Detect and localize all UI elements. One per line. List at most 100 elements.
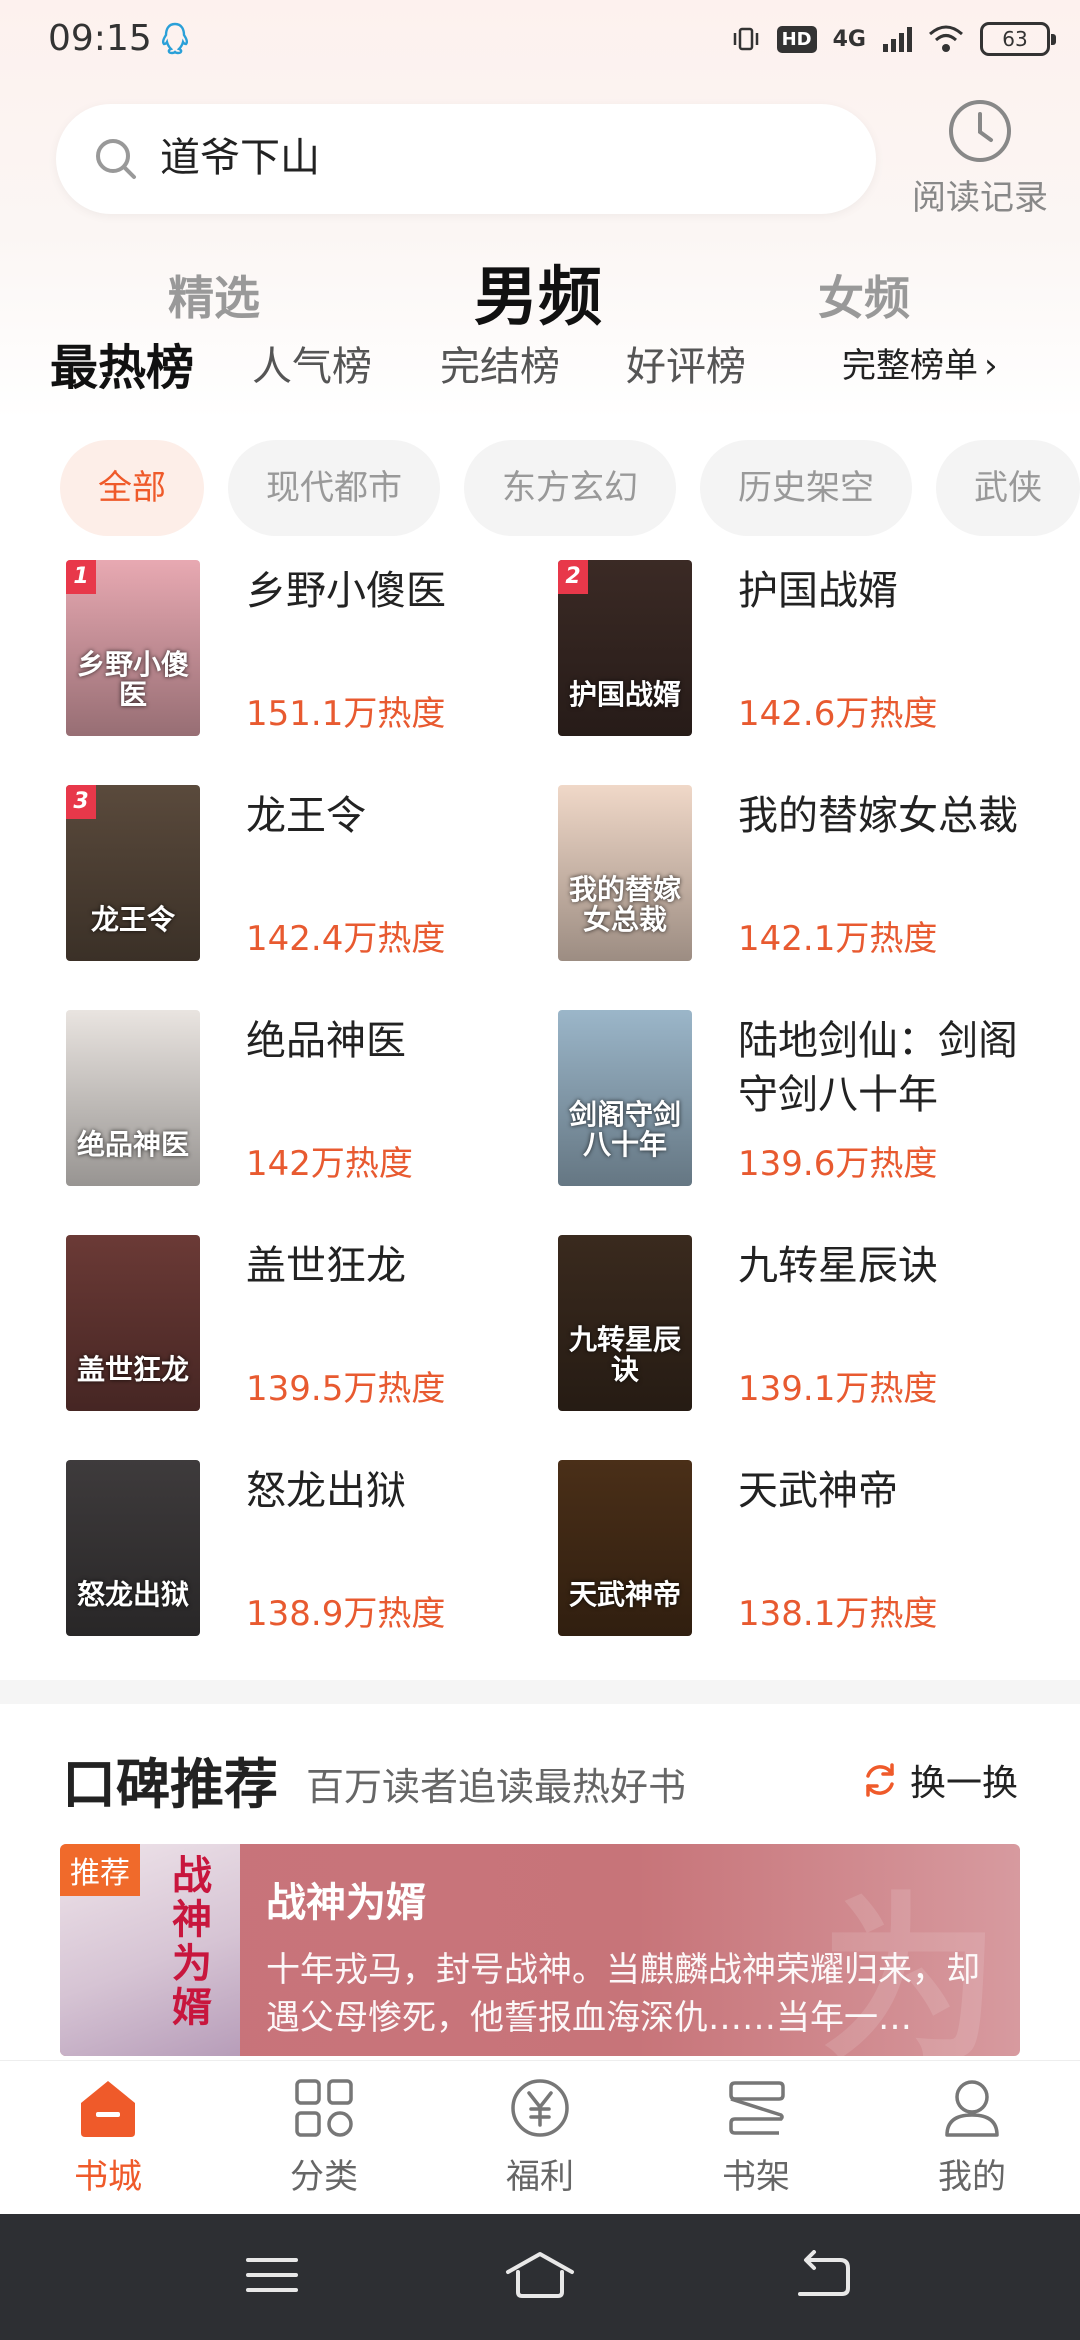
hd-badge: HD: [776, 25, 817, 53]
cover-title: 盖世狂龙: [76, 1353, 189, 1386]
tab-male[interactable]: 男频: [474, 246, 602, 338]
cover-title: 护国战婿: [568, 678, 681, 711]
menu-icon[interactable]: [244, 2250, 300, 2300]
book-title: 盖世狂龙: [246, 1243, 406, 1289]
category-chip[interactable]: 全部: [60, 440, 204, 536]
battery-indicator: 63: [980, 22, 1056, 56]
cover-title: 乡野小傻医: [76, 648, 189, 711]
reading-history-button[interactable]: 阅读记录: [900, 98, 1060, 228]
battery-level: 63: [1002, 27, 1028, 51]
cover-title: 九转星辰诀: [568, 1323, 681, 1386]
book-cover: 怒龙出狱: [66, 1460, 200, 1636]
book-heat: 142万热度: [246, 1144, 413, 1184]
nav-welfare[interactable]: 福利: [432, 2061, 648, 2215]
nav-bookshelf[interactable]: 书架: [648, 2061, 864, 2215]
nav-categories[interactable]: 分类: [216, 2061, 432, 2215]
cover-title: 剑阁守剑八十年: [568, 1098, 681, 1161]
bookshelf-icon: [729, 2081, 785, 2135]
book-item[interactable]: 剑阁守剑八十年 陆地剑仙：剑阁守剑八十年 139.6万热度: [558, 1010, 1038, 1190]
cover-title: 龙王令: [90, 903, 175, 936]
recommend-title: 口碑推荐: [62, 1752, 278, 1816]
book-cover: 九转星辰诀: [558, 1235, 692, 1411]
nav-bookstore[interactable]: 书城: [0, 2061, 216, 2215]
book-title: 天武神帝: [738, 1468, 898, 1514]
book-title: 乡野小傻医: [246, 568, 446, 614]
category-chip[interactable]: 武侠: [936, 440, 1080, 536]
cover-title: 怒龙出狱: [76, 1578, 189, 1611]
chevron-right-icon: ›: [984, 346, 998, 386]
grid-icon: [295, 2079, 353, 2137]
recommend-subtitle: 百万读者追读最热好书: [306, 1765, 687, 1809]
recommend-description: 十年戎马，封号战神。当麒麟战神荣耀归来，却遇父母惨死，他誓报血海深仇……当年一…: [266, 1950, 980, 2038]
book-item[interactable]: 九转星辰诀 九转星辰诀 139.1万热度: [558, 1235, 1038, 1415]
recommend-cover-title: 战神为婿: [172, 1852, 212, 2031]
book-heat: 142.6万热度: [738, 694, 938, 734]
book-title: 护国战婿: [738, 568, 898, 614]
yuan-coin-icon: [511, 2079, 569, 2137]
nav-label: 书城: [74, 2157, 142, 2197]
recommend-book-title: 战神为婿: [266, 1880, 426, 1926]
book-title: 龙王令: [246, 793, 366, 839]
home-icon: [81, 2081, 135, 2137]
search-icon: [96, 139, 136, 179]
book-item[interactable]: 怒龙出狱 怒龙出狱 138.9万热度: [66, 1460, 546, 1640]
book-item[interactable]: 天武神帝 天武神帝 138.1万热度: [558, 1460, 1038, 1640]
rank-tab-popular[interactable]: 人气榜: [252, 334, 372, 392]
full-ranking-label: 完整榜单: [842, 346, 978, 386]
book-item[interactable]: 绝品神医 绝品神医 142万热度: [66, 1010, 546, 1190]
refresh-label: 换一换: [910, 1763, 1019, 1804]
system-navigation-bar: [0, 2214, 1080, 2340]
clock-icon: [949, 100, 1011, 162]
search-query: 道爷下山: [160, 135, 320, 181]
rank-badge: 1: [66, 560, 96, 594]
network-label: 4G: [832, 26, 866, 52]
nav-label: 书架: [722, 2157, 790, 2197]
book-cover: 剑阁守剑八十年: [558, 1010, 692, 1186]
category-chip[interactable]: 东方玄幻: [464, 440, 676, 536]
tab-featured[interactable]: 精选: [168, 262, 260, 328]
search-bar[interactable]: 道爷下山: [56, 104, 876, 214]
book-item[interactable]: 护国战婿 2 护国战婿 142.6万热度: [558, 560, 1038, 740]
status-time: 09:15: [48, 18, 152, 59]
vibrate-icon: [733, 27, 758, 51]
book-title: 陆地剑仙：剑阁守剑八十年: [738, 1018, 1018, 1118]
book-cover: 天武神帝: [558, 1460, 692, 1636]
book-cover: 护国战婿 2: [558, 560, 692, 736]
refresh-button[interactable]: 换一换: [860, 1754, 1018, 1806]
home-button-icon[interactable]: [504, 2250, 576, 2300]
nav-label: 福利: [506, 2157, 574, 2197]
book-heat: 138.9万热度: [246, 1594, 446, 1634]
book-item[interactable]: 乡野小傻医 1 乡野小傻医 151.1万热度: [66, 560, 546, 740]
rank-tab-rated[interactable]: 好评榜: [626, 334, 746, 392]
tab-female[interactable]: 女频: [818, 262, 910, 328]
book-cover: 我的替嫁女总裁: [558, 785, 692, 961]
cover-title: 我的替嫁女总裁: [568, 873, 681, 936]
category-chip[interactable]: 历史架空: [700, 440, 912, 536]
full-ranking-link[interactable]: 完整榜单 ›: [842, 338, 998, 387]
qq-notification-icon: [161, 22, 189, 55]
book-item[interactable]: 龙王令 3 龙王令 142.4万热度: [66, 785, 546, 965]
refresh-icon: [866, 1763, 894, 1797]
book-cover: 乡野小傻医 1: [66, 560, 200, 736]
nav-label: 分类: [290, 2157, 358, 2197]
category-filter: 全部 现代都市 东方玄幻 历史架空 武侠: [60, 440, 1080, 536]
book-heat: 139.5万热度: [246, 1369, 446, 1409]
rank-badge: 2: [558, 560, 588, 594]
book-item[interactable]: 盖世狂龙 盖世狂龙 139.5万热度: [66, 1235, 546, 1415]
book-title: 我的替嫁女总裁: [738, 793, 1018, 839]
recommend-card[interactable]: 为 战神为婿 推荐 战神为婿 十年戎马，封号战神。当麒麟战神荣耀归来，却遇父母惨…: [60, 1844, 1020, 2056]
status-bar: 09:15 HD 4G 63: [0, 0, 1080, 80]
nav-label: 我的: [938, 2157, 1006, 2197]
rank-tab-hottest[interactable]: 最热榜: [50, 328, 194, 398]
signal-icon: [883, 27, 912, 52]
book-item[interactable]: 我的替嫁女总裁 我的替嫁女总裁 142.1万热度: [558, 785, 1038, 965]
user-icon: [945, 2080, 999, 2137]
recommend-tag: 推荐: [60, 1844, 140, 1896]
book-cover: 盖世狂龙: [66, 1235, 200, 1411]
wifi-icon: [929, 25, 963, 52]
back-icon[interactable]: [794, 2250, 854, 2300]
book-title: 怒龙出狱: [246, 1468, 406, 1514]
category-chip[interactable]: 现代都市: [228, 440, 440, 536]
rank-tab-completed[interactable]: 完结榜: [440, 334, 560, 392]
nav-profile[interactable]: 我的: [864, 2061, 1080, 2215]
